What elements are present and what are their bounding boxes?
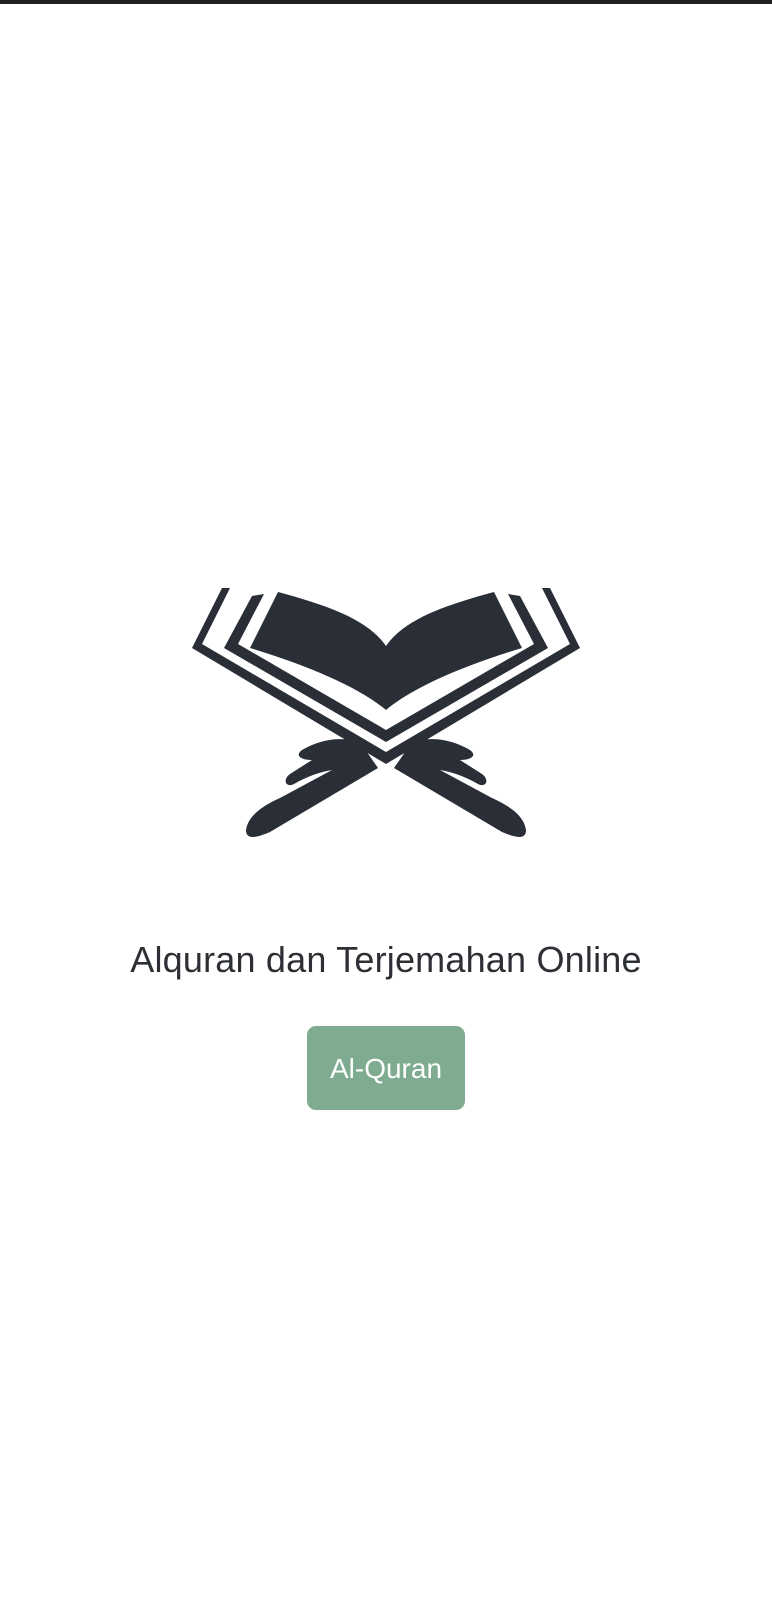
page-title: Alquran dan Terjemahan Online [130,939,642,980]
status-bar [0,0,772,4]
quran-stand-icon [190,580,582,848]
al-quran-button[interactable]: Al-Quran [307,1026,465,1110]
